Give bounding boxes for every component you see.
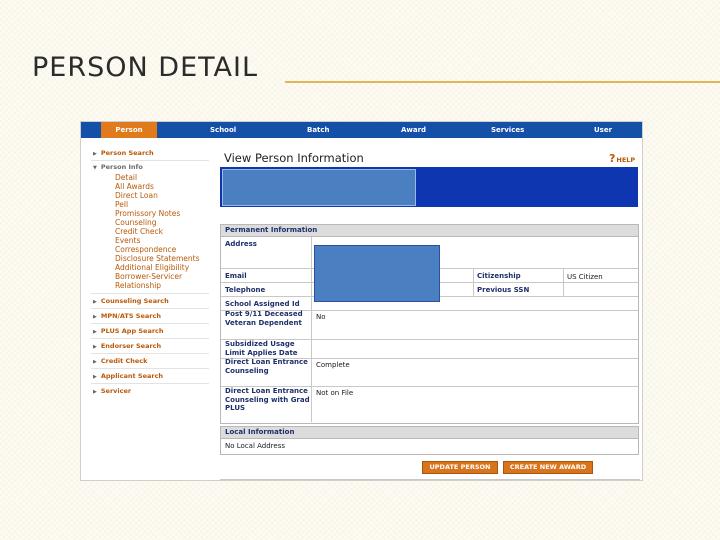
section-heading: Local Information [221, 427, 638, 439]
redacted-name-block [222, 169, 416, 206]
caret-right-icon: ▶ [93, 299, 97, 305]
sidebar-subitem-disclosure-statements[interactable]: Disclosure Statements [115, 254, 200, 263]
sidebar-subitem-pell[interactable]: Pell [115, 200, 128, 209]
dl-grad-plus-counseling-label: Direct Loan Entrance Counseling with Gra… [225, 387, 310, 413]
sidebar-item-label: MPN/ATS Search [100, 312, 161, 320]
caret-right-icon: ▶ [93, 314, 97, 320]
sidebar-item-label: Applicant Search [100, 372, 164, 380]
caret-right-icon: ▶ [93, 389, 97, 395]
sidebar-item-counseling-search[interactable]: ▶ Counseling Search [93, 297, 169, 305]
main-content: View Person Information ?HELP Permanent … [220, 138, 640, 480]
local-information-panel: Local Information No Local Address [220, 426, 639, 455]
divider [91, 293, 209, 294]
caret-right-icon: ▶ [93, 151, 97, 157]
sidebar-item-plus-app-search[interactable]: ▶ PLUS App Search [93, 327, 164, 335]
citizenship-value: US Citizen [567, 273, 603, 281]
sidebar-subitem-all-awards[interactable]: All Awards [115, 182, 154, 191]
subsidized-usage-label: Subsidized Usage Limit Applies Date [225, 340, 298, 357]
sidebar-item-label: Person Search [100, 149, 154, 157]
divider [91, 160, 209, 161]
dl-entrance-counseling-value: Complete [316, 361, 350, 369]
caret-right-icon: ▶ [93, 344, 97, 350]
sidebar-item-mpn-ats-search[interactable]: ▶ MPN/ATS Search [93, 312, 161, 320]
divider [91, 323, 209, 324]
dl-grad-plus-counseling-value: Not on File [316, 389, 354, 397]
dl-entrance-counseling-label: Direct Loan Entrance Counseling [225, 358, 308, 375]
sidebar-item-label: Endorser Search [100, 342, 162, 350]
page-title: View Person Information [224, 151, 364, 165]
school-assigned-id-label: School Assigned Id [225, 300, 300, 308]
sidebar: ▶ Person Search ▼ Person Info Detail All A… [81, 138, 216, 480]
redacted-contact-block [314, 245, 440, 302]
sidebar-subitem-borrower-servicer[interactable]: Borrower-Servicer Relationship [115, 272, 211, 290]
create-new-award-button[interactable]: CREATE NEW AWARD [503, 461, 593, 474]
caret-right-icon: ▶ [93, 329, 97, 335]
citizenship-label: Citizenship [477, 272, 521, 280]
column-divider [311, 237, 312, 422]
sidebar-subitem-events[interactable]: Events [115, 236, 140, 245]
tab-batch[interactable]: Batch [307, 122, 330, 138]
telephone-label: Telephone [225, 286, 266, 294]
sidebar-item-label: Person Info [100, 163, 143, 171]
sidebar-subitem-credit-check[interactable]: Credit Check [115, 227, 163, 236]
sidebar-subitem-detail[interactable]: Detail [115, 173, 137, 182]
sidebar-item-person-info[interactable]: ▼ Person Info [93, 163, 143, 171]
divider [91, 368, 209, 369]
sidebar-item-label: Servicer [100, 387, 132, 395]
local-address-value: No Local Address [225, 442, 285, 450]
divider [91, 383, 209, 384]
tab-school[interactable]: School [210, 122, 236, 138]
question-mark-icon: ? [609, 152, 616, 165]
update-person-button[interactable]: UPDATE PERSON [422, 461, 498, 474]
divider [91, 338, 209, 339]
permanent-information-panel: Permanent Information Address Email Citi… [220, 224, 639, 424]
sidebar-item-label: PLUS App Search [100, 327, 164, 335]
caret-right-icon: ▶ [93, 359, 97, 365]
sidebar-item-endorser-search[interactable]: ▶ Endorser Search [93, 342, 161, 350]
post-911-label: Post 9/11 Deceased Veteran Dependent [225, 310, 303, 327]
sidebar-subitem-direct-loan[interactable]: Direct Loan [115, 191, 158, 200]
previous-ssn-label: Previous SSN [477, 286, 530, 294]
divider [91, 308, 209, 309]
post-911-value: No [316, 313, 326, 321]
screenshot-frame: Person School Batch Award Services User … [80, 121, 643, 481]
tab-award[interactable]: Award [401, 122, 426, 138]
section-heading: Permanent Information [221, 225, 638, 237]
address-label: Address [225, 240, 257, 248]
sidebar-subitem-correspondence[interactable]: Correspondence [115, 245, 176, 254]
sidebar-item-label: Counseling Search [100, 297, 169, 305]
sidebar-item-applicant-search[interactable]: ▶ Applicant Search [93, 372, 163, 380]
slide-title: PERSON DETAIL [32, 52, 258, 83]
sidebar-subitem-counseling[interactable]: Counseling [115, 218, 157, 227]
sidebar-item-credit-check[interactable]: ▶ Credit Check [93, 357, 147, 365]
sidebar-subitem-additional-eligibility[interactable]: Additional Eligibility [115, 263, 189, 272]
caret-down-icon: ▼ [93, 165, 97, 171]
sidebar-item-label: Credit Check [100, 357, 148, 365]
divider [91, 353, 209, 354]
top-navigation: Person School Batch Award Services User [81, 122, 642, 138]
tab-person[interactable]: Person [101, 122, 157, 138]
sidebar-item-person-search[interactable]: ▶ Person Search [93, 149, 154, 157]
divider [220, 479, 640, 480]
sidebar-subitem-promissory-notes[interactable]: Promissory Notes [115, 209, 180, 218]
title-underline [285, 81, 720, 83]
tab-services[interactable]: Services [491, 122, 524, 138]
help-link[interactable]: ?HELP [609, 152, 635, 165]
caret-right-icon: ▶ [93, 374, 97, 380]
person-banner [220, 167, 638, 207]
email-label: Email [225, 272, 247, 280]
sidebar-item-servicer[interactable]: ▶ Servicer [93, 387, 131, 395]
help-label: HELP [616, 156, 636, 164]
tab-user[interactable]: User [594, 122, 612, 138]
